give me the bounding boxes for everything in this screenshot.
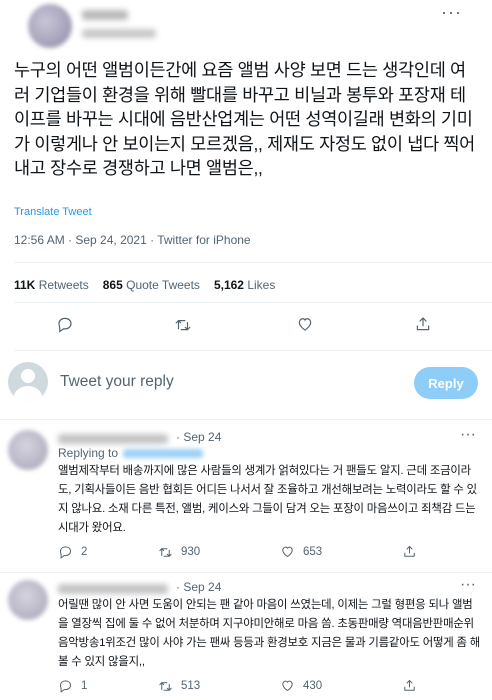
reply-reply-action[interactable]: 1: [58, 678, 87, 693]
more-options-icon[interactable]: ···: [460, 426, 476, 444]
like-count: 653: [303, 545, 323, 558]
more-options-icon[interactable]: ···: [441, 2, 462, 23]
tweet-stats: 11K Retweets 865 Quote Tweets 5,162 Like…: [14, 278, 275, 292]
reply-like-action[interactable]: 430: [280, 678, 322, 693]
reply-tweet[interactable]: · Sep 24 ··· Replying to 앨범제작부터 배송까지에 많은…: [0, 426, 492, 566]
reply-count: 1: [81, 679, 88, 692]
default-avatar-body-icon: [14, 386, 42, 402]
author-name-redacted[interactable]: [82, 10, 128, 20]
divider: [0, 572, 492, 573]
divider: [14, 262, 492, 263]
likes-stat[interactable]: 5,162 Likes: [214, 278, 275, 292]
reply-share-action[interactable]: [402, 544, 417, 559]
like-icon: [282, 546, 293, 558]
main-tweet: ···: [0, 0, 492, 52]
tweet-actions: [0, 315, 492, 337]
reply-tweet[interactable]: · Sep 24 ··· 어릴땐 많이 안 사면 도움이 안되는 팬 같아 마음…: [0, 576, 492, 700]
current-user-avatar[interactable]: [8, 362, 48, 402]
reply-actions: 2 930 653: [58, 544, 478, 560]
reply-count: 2: [81, 545, 88, 558]
tweet-timestamp[interactable]: 12:56 AM · Sep 24, 2021 · Twitter for iP…: [14, 233, 251, 247]
like-icon: [282, 680, 293, 692]
default-avatar-head-icon: [21, 369, 35, 383]
reply-text: 앨범제작부터 배송까지에 많은 사람들의 생계가 얽혀있다는 거 팬들도 알지.…: [58, 465, 477, 534]
reply-icon: [59, 546, 72, 559]
tweet-text: 누구의 어떤 앨범이든간에 요즘 앨범 사양 보면 드는 생각인데 여러 기업들…: [14, 60, 475, 178]
divider: [0, 419, 492, 420]
tweet-author[interactable]: ···: [14, 0, 478, 52]
retweet-count: 513: [181, 679, 201, 692]
reply-author-avatar[interactable]: [8, 580, 48, 620]
translate-tweet-link[interactable]: Translate Tweet: [14, 206, 92, 218]
reply-text: 어릴땐 많이 안 사면 도움이 안되는 팬 같아 마음이 쓰였는데, 이제는 그…: [58, 599, 481, 668]
reply-author-name-redacted[interactable]: [58, 434, 168, 444]
reply-author-avatar[interactable]: [8, 430, 48, 470]
replying-to-label: Replying to: [58, 446, 119, 460]
reply-icon[interactable]: [56, 315, 78, 337]
reply-retweet-action[interactable]: 930: [158, 544, 200, 559]
divider: [14, 350, 492, 351]
more-options-icon[interactable]: ···: [460, 576, 476, 594]
divider: [14, 302, 492, 303]
reply-retweet-action[interactable]: 513: [158, 678, 200, 693]
reply-input[interactable]: Tweet your reply: [60, 373, 174, 391]
reply-reply-action[interactable]: 2: [58, 544, 87, 559]
reply-date[interactable]: · Sep 24: [176, 580, 221, 594]
retweet-icon[interactable]: [174, 315, 196, 337]
reply-author-name-redacted[interactable]: [58, 584, 168, 594]
reply-like-action[interactable]: 653: [280, 544, 322, 559]
replying-to: Replying to: [58, 446, 204, 460]
retweet-icon: [159, 681, 172, 691]
author-handle-redacted[interactable]: [82, 29, 156, 38]
share-icon: [404, 679, 415, 691]
like-count: 430: [303, 679, 323, 692]
retweet-count: 930: [181, 545, 201, 558]
quote-tweets-stat[interactable]: 865 Quote Tweets: [103, 278, 200, 292]
retweet-icon: [159, 547, 172, 557]
like-icon[interactable]: [296, 315, 318, 337]
retweets-stat[interactable]: 11K Retweets: [14, 278, 89, 292]
reply-actions: 1 513 430: [58, 678, 478, 694]
reply-date[interactable]: · Sep 24: [176, 430, 221, 444]
reply-composer: Tweet your reply Reply: [0, 360, 492, 406]
share-icon[interactable]: [414, 315, 436, 337]
reply-share-action[interactable]: [402, 678, 417, 693]
reply-icon: [59, 680, 72, 693]
reply-button[interactable]: Reply: [414, 367, 478, 399]
author-avatar[interactable]: [28, 4, 72, 48]
replying-to-handle-redacted[interactable]: [123, 449, 204, 459]
share-icon: [404, 545, 415, 557]
